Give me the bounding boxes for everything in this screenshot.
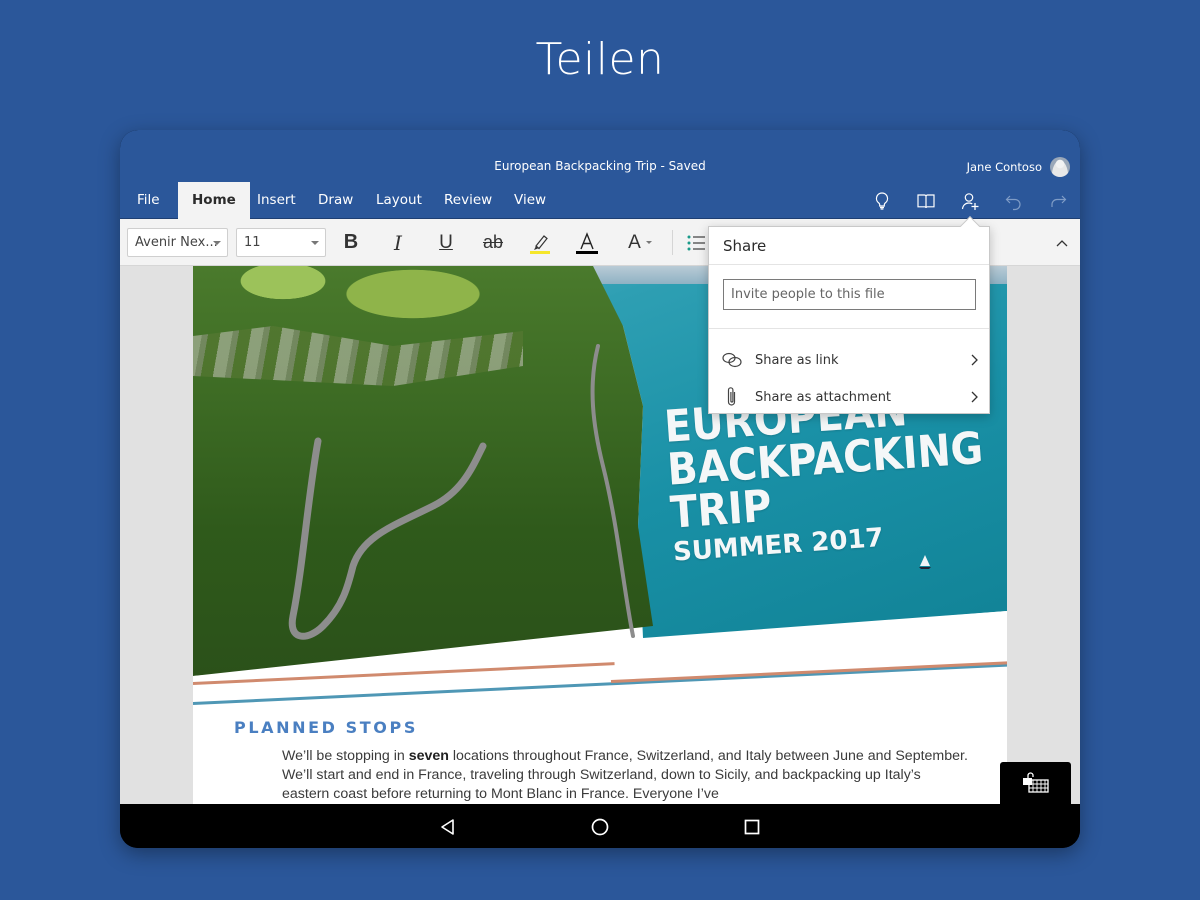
tell-me-button[interactable]	[860, 182, 904, 219]
avatar[interactable]	[1050, 157, 1070, 177]
tab-layout[interactable]: Layout	[363, 182, 435, 219]
font-name-value: Avenir Nex...	[135, 235, 218, 250]
body-text-bold: seven	[408, 748, 449, 764]
strikethrough-icon: ab	[482, 232, 504, 252]
redo-icon	[1051, 195, 1067, 207]
chevron-right-icon	[959, 391, 989, 403]
divider	[709, 264, 989, 265]
tablet-device: European Backpacking Trip - Saved Jane C…	[120, 130, 1080, 848]
nav-recents-button[interactable]	[739, 814, 765, 840]
share-as-link-label: Share as link	[755, 352, 839, 368]
strikethrough-button[interactable]: ab	[477, 228, 509, 257]
share-popup-title: Share	[723, 237, 767, 255]
tab-review[interactable]: Review	[431, 182, 505, 219]
share-as-attachment-item[interactable]: Share as attachment	[709, 380, 989, 414]
share-button[interactable]	[948, 182, 992, 219]
recents-square-icon	[744, 819, 760, 835]
body-text-part: We’ll be stopping in	[282, 748, 409, 764]
highlight-button[interactable]	[524, 228, 556, 257]
underline-icon: U	[439, 231, 453, 253]
road-lakeside	[590, 344, 635, 638]
font-color-icon	[576, 231, 598, 254]
nav-home-button[interactable]	[587, 814, 613, 840]
highlighter-icon	[530, 234, 550, 254]
tab-home[interactable]: Home	[178, 182, 250, 219]
font-size-value: 11	[244, 235, 261, 250]
section-heading: PLANNED STOPS	[234, 718, 418, 737]
tab-insert[interactable]: Insert	[244, 182, 309, 219]
nav-back-button[interactable]	[435, 814, 461, 840]
chevron-down-icon	[645, 241, 652, 244]
tab-file[interactable]: File	[124, 182, 173, 219]
title-bar: European Backpacking Trip - Saved Jane C…	[120, 130, 1080, 182]
account-area[interactable]: Jane Contoso	[967, 157, 1070, 177]
tab-draw[interactable]: Draw	[305, 182, 366, 219]
share-as-attachment-label: Share as attachment	[755, 389, 892, 405]
chevron-down-icon	[213, 241, 221, 245]
bullet-list-icon	[687, 235, 705, 250]
bold-button[interactable]: B	[335, 228, 367, 257]
chevron-up-icon	[1056, 240, 1068, 247]
share-as-link-item[interactable]: Share as link	[709, 343, 989, 377]
home-circle-icon	[591, 818, 609, 836]
underline-button[interactable]: U	[430, 228, 462, 257]
promo-title: Teilen	[535, 34, 665, 85]
text-styles-button[interactable]: A	[620, 228, 660, 257]
font-name-dropdown[interactable]: Avenir Nex...	[127, 228, 228, 257]
chevron-right-icon	[959, 354, 989, 366]
sailboat	[919, 555, 931, 569]
undo-button[interactable]	[992, 182, 1036, 219]
document-title: European Backpacking Trip - Saved	[494, 159, 706, 173]
share-person-add-icon	[961, 192, 979, 210]
chevron-down-icon	[311, 241, 319, 245]
lightbulb-icon	[875, 191, 889, 210]
divider	[709, 328, 989, 329]
keyboard-toggle-button[interactable]	[1000, 762, 1071, 806]
read-mode-book-icon	[917, 193, 935, 208]
back-triangle-icon	[441, 819, 454, 835]
tab-view[interactable]: View	[501, 182, 559, 219]
android-nav-bar	[120, 804, 1080, 848]
keyboard-unlock-icon	[1022, 772, 1049, 793]
redo-button[interactable]	[1036, 182, 1080, 219]
road-serpentine	[288, 437, 487, 640]
share-popup: Share Share as link Share as attachment	[708, 216, 990, 414]
toolbar-divider	[672, 230, 673, 255]
read-mode-button[interactable]	[904, 182, 948, 219]
link-icon	[709, 351, 755, 369]
font-color-button[interactable]	[571, 228, 603, 257]
user-name: Jane Contoso	[966, 160, 1042, 174]
body-paragraph[interactable]: We’ll be stopping in seven locations thr…	[282, 747, 972, 804]
font-size-dropdown[interactable]: 11	[236, 228, 326, 257]
invite-people-input[interactable]	[723, 279, 976, 310]
italic-icon: I	[394, 230, 402, 255]
collapse-ribbon-button[interactable]	[1052, 233, 1072, 253]
italic-button[interactable]: I	[382, 228, 414, 257]
undo-icon	[1005, 195, 1021, 210]
ribbon-quick-actions	[860, 182, 1080, 219]
bold-icon: B	[343, 231, 359, 253]
text-style-icon: A	[628, 231, 641, 253]
paperclip-icon	[709, 386, 755, 408]
